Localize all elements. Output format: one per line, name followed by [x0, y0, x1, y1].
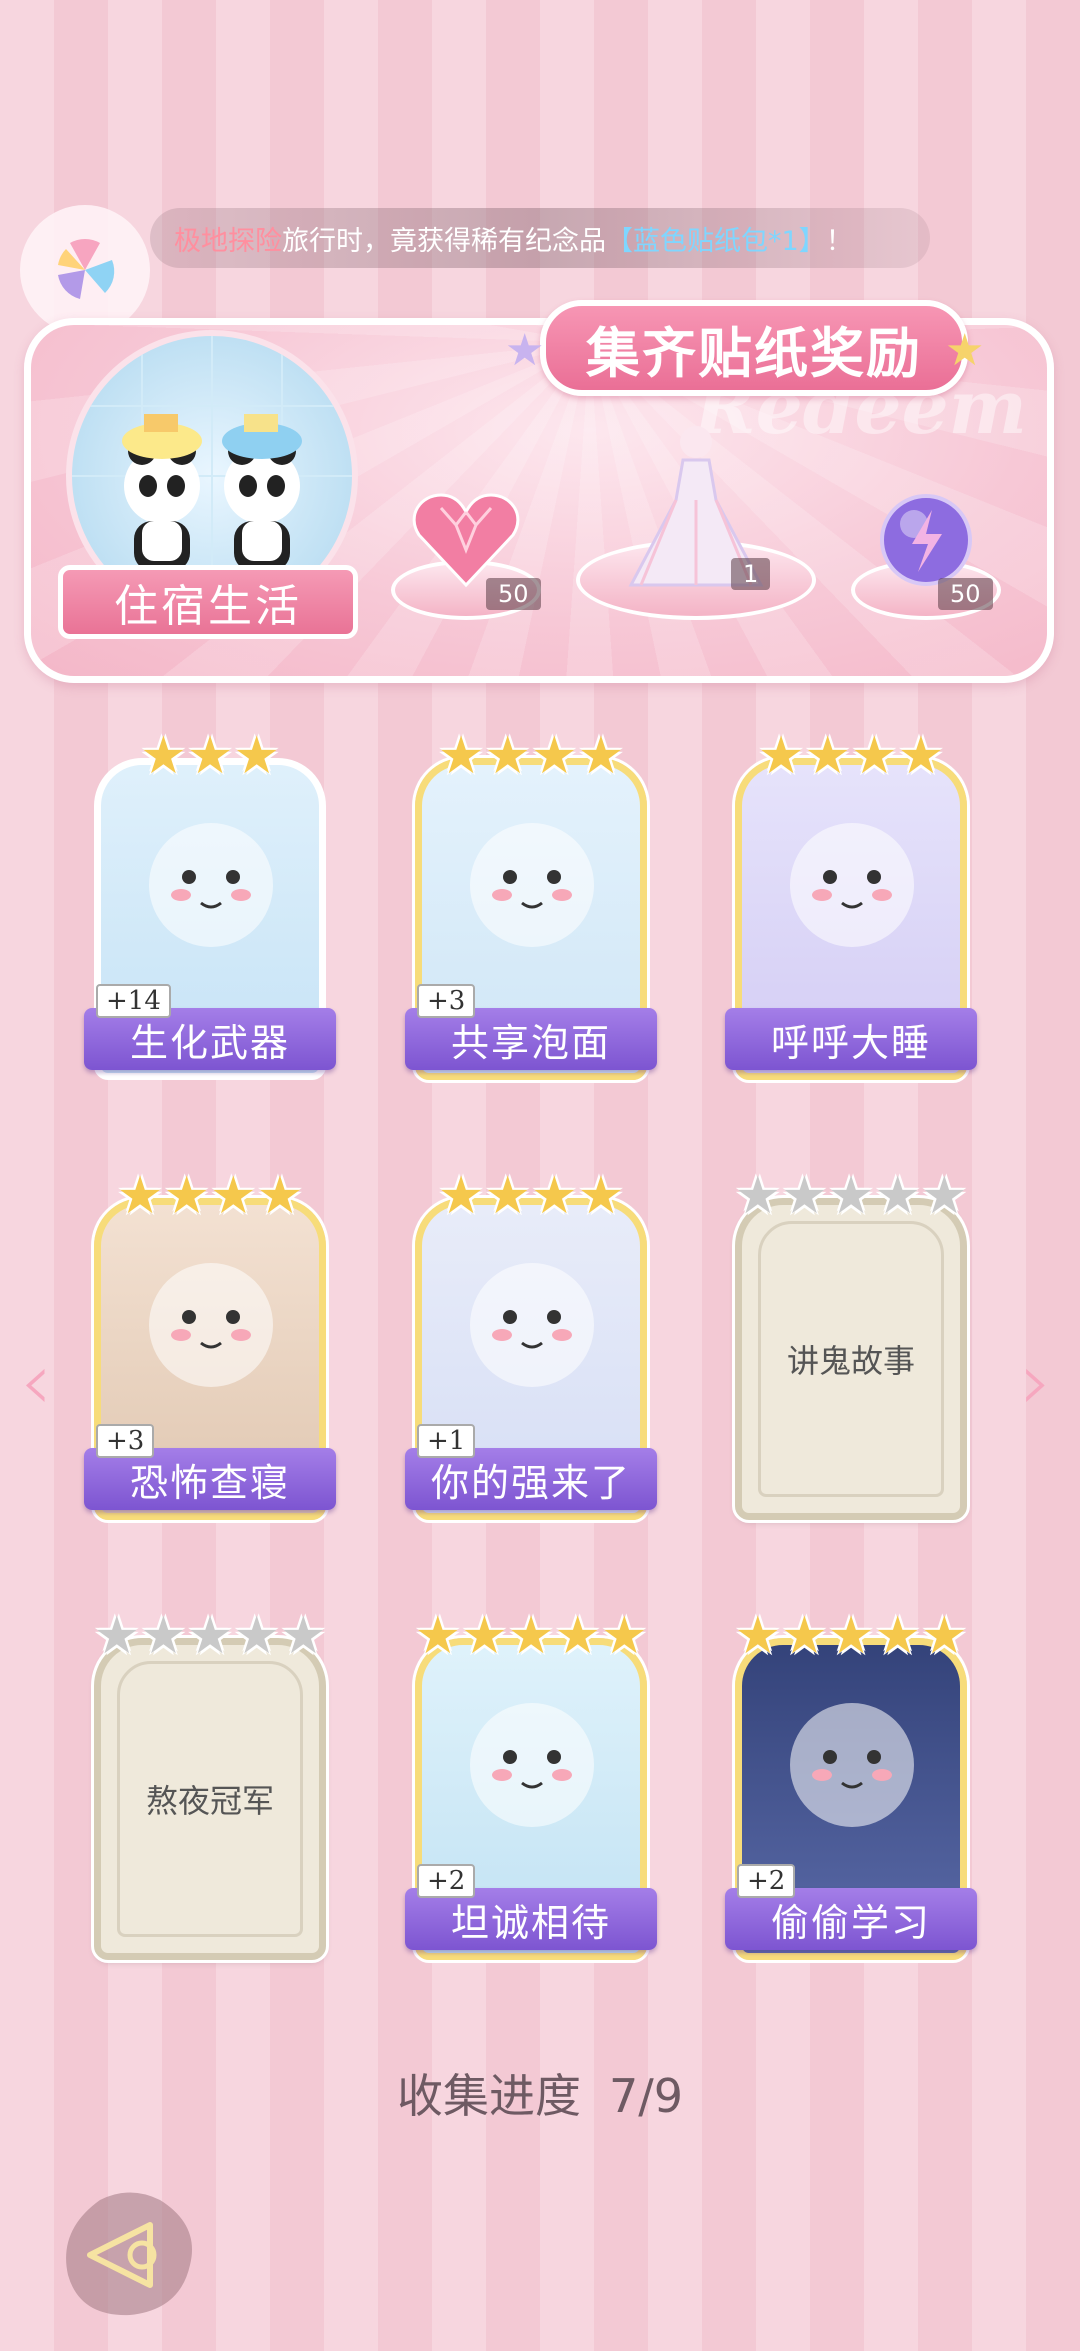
heart-gem-icon[interactable]: [411, 490, 521, 590]
star-icon: ★: [734, 1166, 782, 1226]
star-icon: ★: [554, 1606, 601, 1666]
star-icon: ★: [920, 1606, 968, 1666]
star-icon: ★: [600, 1606, 648, 1666]
star-rating: ★ ★ ★ ★: [84, 1170, 336, 1222]
prev-page-arrow-icon[interactable]: ‹: [20, 1335, 52, 1428]
sticker-card[interactable]: ★ ★ ★ ★ 共享泡面 +3: [405, 730, 657, 1080]
heart-gem-count: 50: [486, 578, 541, 610]
back-button[interactable]: [50, 2185, 210, 2325]
sticker-card[interactable]: ★ ★ ★ 生化武器 +14: [84, 730, 336, 1080]
progress-label: 收集进度: [396, 2069, 581, 2123]
star-icon: ★: [781, 1166, 828, 1226]
sticker-card[interactable]: ★ ★ ★ ★ 恐怖查寝 +3: [84, 1170, 336, 1520]
energy-orb-icon[interactable]: [876, 490, 976, 590]
star-rating: ★ ★ ★ ★: [405, 730, 657, 782]
star-icon: ★: [461, 1606, 508, 1666]
star-icon: ★: [897, 726, 945, 786]
reward-title-text: 集齐贴纸奖励: [586, 321, 922, 385]
star-icon: ★: [437, 726, 485, 786]
star-icon: ★: [279, 1606, 327, 1666]
star-icon: ★: [140, 1606, 187, 1666]
star-icon: ★: [210, 1166, 257, 1226]
sticker-card[interactable]: ★ ★ ★ ★ 呼呼大睡: [725, 730, 977, 1080]
star-icon: ★: [874, 1166, 921, 1226]
star-icon: ★: [233, 726, 280, 786]
star-icon: ★: [414, 1606, 462, 1666]
star-icon: ★: [256, 1166, 304, 1226]
reward-title: 集齐贴纸奖励: [540, 300, 968, 396]
sticker-card[interactable]: 讲鬼故事 ★ ★ ★ ★ ★: [725, 1170, 977, 1520]
star-icon: ★: [531, 1166, 578, 1226]
locked-card-title: 熬夜冠军: [117, 1661, 303, 1937]
ticker-end: ！: [825, 225, 853, 257]
sticker-card[interactable]: ★ ★ ★ ★ ★ 坦诚相待 +2: [405, 1610, 657, 1960]
star-icon: ★: [484, 726, 531, 786]
star-icon: ★: [851, 726, 898, 786]
star-icon: ★: [577, 1166, 625, 1226]
locked-sticker: 讲鬼故事: [735, 1198, 967, 1520]
duplicate-count-badge: +3: [417, 984, 476, 1018]
star-rating: ★ ★ ★ ★ ★: [725, 1170, 977, 1222]
star-decor-icon: ★: [505, 325, 545, 376]
card-title-banner: 呼呼大睡: [725, 1008, 977, 1070]
star-icon: ★: [781, 1606, 828, 1666]
theme-label: 住宿生活: [58, 565, 358, 639]
ticker-place: 极地探险: [174, 225, 282, 257]
star-icon: ★: [757, 726, 805, 786]
sticker-card[interactable]: ★ ★ ★ ★ ★ 偷偷学习 +2: [725, 1610, 977, 1960]
star-icon: ★: [827, 1166, 875, 1226]
ticker-item: 【蓝色贴纸包*1】: [606, 225, 826, 257]
star-icon: ★: [827, 1606, 875, 1666]
news-ticker: 极地探险 旅行时，竟获得稀有纪念品 【蓝色贴纸包*1】 ！: [150, 208, 930, 268]
next-page-arrow-icon[interactable]: ›: [1020, 1335, 1052, 1428]
star-rating: ★ ★ ★ ★ ★: [84, 1610, 336, 1662]
star-rating: ★ ★ ★ ★ ★: [725, 1610, 977, 1662]
star-icon: ★: [186, 726, 234, 786]
app-logo-icon[interactable]: [20, 205, 150, 335]
duplicate-count-badge: +2: [737, 1864, 796, 1898]
star-icon: ★: [577, 726, 625, 786]
star-icon: ★: [734, 1606, 782, 1666]
star-icon: ★: [93, 1606, 141, 1666]
sticker-card[interactable]: ★ ★ ★ ★ 你的强来了 +1: [405, 1170, 657, 1520]
progress-value: 7/9: [608, 2069, 684, 2123]
locked-sticker: 熬夜冠军: [94, 1638, 326, 1960]
duplicate-count-badge: +14: [96, 984, 171, 1018]
star-icon: ★: [484, 1166, 531, 1226]
star-rating: ★ ★ ★ ★: [405, 1170, 657, 1222]
star-icon: ★: [186, 1606, 234, 1666]
star-icon: ★: [531, 726, 578, 786]
locked-card-title: 讲鬼故事: [758, 1221, 944, 1497]
star-icon: ★: [437, 1166, 485, 1226]
energy-orb-count: 50: [938, 578, 993, 610]
star-rating: ★ ★ ★ ★: [725, 730, 977, 782]
star-icon: ★: [507, 1606, 555, 1666]
star-icon: ★: [804, 726, 851, 786]
star-rating: ★ ★ ★ ★ ★: [405, 1610, 657, 1662]
dress-count: 1: [731, 558, 771, 590]
ticker-text: 旅行时，竟获得稀有纪念品: [282, 225, 606, 257]
sticker-card[interactable]: 熬夜冠军 ★ ★ ★ ★ ★: [84, 1610, 336, 1960]
star-icon: ★: [140, 726, 187, 786]
star-icon: ★: [233, 1606, 280, 1666]
star-icon: ★: [920, 1166, 968, 1226]
collection-progress: 收集进度 7/9: [0, 2060, 1080, 2126]
star-decor-icon: ★: [945, 325, 985, 376]
star-icon: ★: [874, 1606, 921, 1666]
duplicate-count-badge: +3: [96, 1424, 155, 1458]
star-icon: ★: [163, 1166, 210, 1226]
star-icon: ★: [116, 1166, 164, 1226]
duplicate-count-badge: +2: [417, 1864, 476, 1898]
duplicate-count-badge: +1: [417, 1424, 476, 1458]
star-rating: ★ ★ ★: [84, 730, 336, 782]
